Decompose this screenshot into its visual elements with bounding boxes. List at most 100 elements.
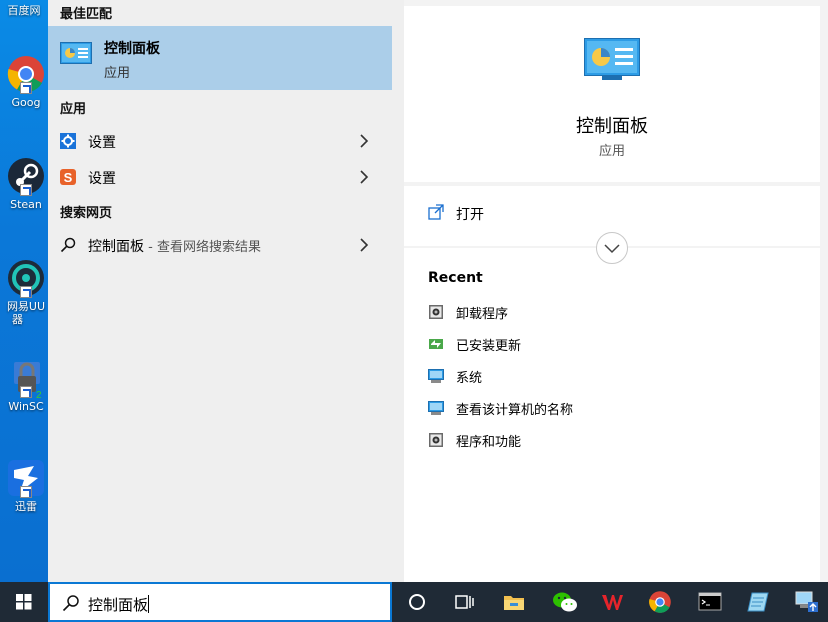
desktop-icon-label: 百度网	[7, 4, 41, 17]
task-view-icon	[455, 595, 474, 609]
open-action[interactable]: 打开	[404, 186, 820, 238]
desktop-icon-baidu[interactable]: 百度网	[0, 0, 48, 17]
desktop-icon-label: Goog	[11, 96, 41, 109]
cortana-button[interactable]	[393, 582, 441, 622]
system-icon	[428, 400, 444, 416]
expand-button[interactable]	[596, 232, 628, 264]
shortcut-arrow-icon	[20, 82, 32, 94]
app-result-label: 设置	[88, 171, 116, 187]
shortcut-arrow-icon	[20, 184, 32, 196]
desktop-icon-winscp[interactable]: 2 WinSC	[0, 358, 48, 413]
app-result-sogou-settings[interactable]: S 设置	[48, 160, 392, 194]
open-external-icon	[428, 204, 444, 220]
desktop-icon-label: Stean	[10, 198, 42, 211]
system-icon	[428, 368, 444, 384]
start-button[interactable]	[0, 582, 48, 622]
sogou-settings-icon: S	[60, 169, 76, 185]
windows-logo-icon	[16, 594, 32, 610]
web-search-result[interactable]: 控制面板 - 查看网络搜索结果	[48, 228, 392, 262]
search-icon	[60, 237, 76, 253]
notepad-button[interactable]	[734, 582, 782, 622]
terminal-icon	[698, 592, 722, 611]
search-input-text[interactable]: 控制面板	[88, 594, 150, 615]
recent-item-label: 卸载程序	[456, 307, 509, 322]
updates-icon	[428, 336, 444, 352]
recent-item-label: 已安装更新	[456, 339, 522, 354]
task-view-button[interactable]	[440, 582, 488, 622]
wechat-button[interactable]	[540, 582, 588, 622]
steam-icon	[6, 156, 46, 196]
web-search-suffix: - 查看网络搜索结果	[144, 240, 261, 255]
chevron-right-icon[interactable]	[356, 169, 372, 185]
text-caret	[148, 595, 150, 613]
file-explorer-button[interactable]	[490, 582, 538, 622]
recent-item[interactable]: 系统	[428, 366, 808, 386]
recent-heading: Recent	[428, 270, 483, 286]
desktop-icon-xunlei[interactable]: 迅雷	[0, 458, 48, 513]
recent-item-label: 程序和功能	[456, 435, 522, 450]
netease-uu-icon	[6, 258, 46, 298]
app-result-settings[interactable]: 设置	[48, 124, 392, 158]
recent-item-label: 查看该计算机的名称	[456, 403, 574, 418]
xunlei-icon	[6, 458, 46, 498]
detail-pane: 控制面板 应用 打开 Recent 卸载程序 已安装更新 系统 查看该计算机的名…	[404, 0, 828, 582]
detail-app-kind: 应用	[598, 144, 625, 159]
recent-item[interactable]: 查看该计算机的名称	[428, 398, 808, 418]
recent-item[interactable]: 卸载程序	[428, 302, 808, 322]
desktop-icon-steam[interactable]: Stean	[0, 156, 48, 211]
chevron-right-icon[interactable]	[356, 237, 372, 253]
programs-icon	[428, 432, 444, 448]
chevron-down-icon	[604, 244, 620, 254]
best-match-heading: 最佳匹配	[60, 7, 113, 22]
taskbar: 控制面板	[0, 582, 828, 622]
desktop-icon-label: 网易UU	[6, 300, 46, 313]
recent-item[interactable]: 已安装更新	[428, 334, 808, 354]
recent-section: Recent 卸载程序 已安装更新 系统 查看该计算机的名称 程序和功能	[404, 248, 820, 582]
taskbar-search-box[interactable]: 控制面板	[48, 582, 392, 622]
file-explorer-icon	[504, 596, 524, 610]
chrome-icon	[649, 591, 671, 613]
svg-text:S: S	[64, 170, 73, 185]
terminal-button[interactable]	[686, 582, 734, 622]
control-panel-icon	[584, 38, 640, 82]
winscp-icon: 2	[6, 358, 46, 401]
search-icon	[62, 594, 80, 612]
desktop-icon-label: 迅雷	[15, 500, 37, 513]
open-label: 打开	[456, 207, 484, 223]
search-results-pane: 最佳匹配 控制面板 应用 应用 设置 S 设置 搜索网页 控制面板 - 查看网络…	[48, 0, 404, 582]
web-search-query: 控制面板	[88, 239, 144, 255]
chevron-right-icon[interactable]	[356, 133, 372, 149]
network-pc-button[interactable]	[782, 582, 828, 622]
wps-icon	[602, 595, 623, 610]
recent-item[interactable]: 程序和功能	[428, 430, 808, 450]
notepad-icon	[747, 592, 769, 612]
desktop: 百度网 Goog Stean 网易UU 器 2 WinSC 迅雷	[0, 0, 48, 582]
control-panel-icon	[60, 42, 92, 66]
chrome-icon	[6, 54, 46, 94]
chrome-button[interactable]	[636, 582, 684, 622]
app-result-label: 设置	[88, 135, 116, 151]
web-search-heading: 搜索网页	[60, 206, 113, 221]
settings-gear-icon	[60, 133, 76, 149]
programs-icon	[428, 304, 444, 320]
detail-app-name: 控制面板	[576, 116, 648, 137]
web-search-text: 控制面板 - 查看网络搜索结果	[88, 236, 261, 256]
shortcut-arrow-icon	[20, 286, 32, 298]
recent-item-label: 系统	[456, 371, 483, 386]
best-match-kind: 应用	[104, 66, 131, 81]
best-match-item[interactable]: 控制面板 应用	[48, 26, 392, 90]
best-match-name: 控制面板	[104, 41, 160, 57]
wps-button[interactable]	[588, 582, 636, 622]
desktop-icon-chrome[interactable]: Goog	[0, 54, 48, 109]
network-pc-icon	[795, 591, 818, 612]
shortcut-arrow-icon	[20, 386, 32, 398]
desktop-icon-label-line2: 器	[12, 313, 23, 326]
detail-header-card: 控制面板 应用	[404, 6, 820, 182]
search-input-value: 控制面板	[88, 596, 149, 614]
svg-text:2: 2	[36, 390, 42, 398]
desktop-icon-netease-uu[interactable]: 网易UU 器	[0, 258, 48, 326]
shortcut-arrow-icon	[20, 486, 32, 498]
apps-heading: 应用	[60, 102, 87, 117]
desktop-icon-label: WinSC	[8, 400, 44, 413]
cortana-icon	[409, 594, 425, 610]
